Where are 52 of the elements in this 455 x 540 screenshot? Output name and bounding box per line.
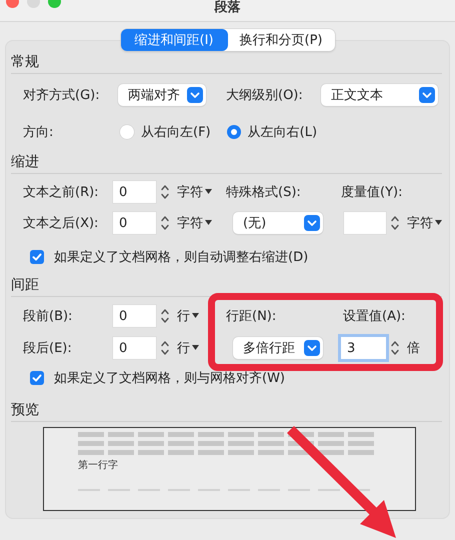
section-heading: 预览 (11, 402, 39, 418)
radio-label: 从左向右(L) (248, 124, 318, 141)
checkbox[interactable] (30, 371, 44, 385)
field-label: 度量值(Y): (341, 184, 404, 201)
chevron-icon (304, 340, 320, 356)
unit-menu[interactable]: 字符 (407, 214, 442, 232)
field-label: 设置值(A): (343, 308, 406, 325)
tab[interactable]: 换行和分页(P) (228, 29, 334, 51)
number-field[interactable]: 0 (113, 305, 156, 327)
dropdown[interactable]: 多倍行距 (233, 337, 323, 359)
radio-button[interactable] (120, 125, 134, 139)
section-heading: 缩进 (11, 154, 39, 170)
radio-label: 从右向左(F) (141, 124, 211, 141)
chevron-icon (419, 87, 435, 103)
tab[interactable]: 缩进和间距(I) (120, 29, 228, 51)
caret-icon (205, 220, 212, 226)
dropdown[interactable]: (无) (233, 212, 323, 234)
field-label: 文本之后(X): (23, 215, 100, 232)
number-field[interactable] (344, 212, 386, 234)
chevron-icon (187, 87, 203, 103)
unit-menu[interactable]: 字符 (177, 214, 212, 232)
unit-menu[interactable]: 字符 (177, 183, 212, 201)
section-heading: 常规 (11, 54, 39, 70)
field-label: 文本之前(R): (23, 184, 100, 201)
unit-menu[interactable]: 行 (177, 339, 199, 357)
unit-menu[interactable]: 行 (177, 307, 199, 325)
field-label: 大纲级别(O): (226, 87, 304, 104)
field-label: 特殊格式(S): (226, 184, 302, 201)
number-field[interactable]: 0 (113, 212, 156, 234)
number-field[interactable]: 0 (113, 181, 156, 203)
caret-icon (192, 313, 199, 319)
caret-icon (435, 220, 442, 226)
unit-label: 倍 (407, 340, 420, 357)
dropdown[interactable]: 正文文本 (321, 84, 438, 106)
field-label: 段前(B): (23, 308, 74, 325)
chevron-icon (304, 215, 320, 231)
field-label: 段后(E): (23, 340, 73, 357)
field-label: 对齐方式(G): (23, 87, 101, 104)
preview-text: 第一行字 (78, 458, 118, 472)
number-field[interactable]: 3 (341, 337, 386, 359)
section-heading: 间距 (11, 277, 39, 293)
field-label: 方向: (23, 124, 54, 141)
checkbox-label: 如果定义了文档网格，则与网格对齐(W) (54, 370, 285, 387)
checkbox[interactable] (30, 250, 44, 264)
number-field[interactable]: 0 (113, 337, 156, 359)
caret-icon (205, 189, 212, 195)
caret-icon (192, 345, 199, 351)
window-title: 段落 (214, 0, 240, 16)
field-label: 行距(N): (226, 308, 278, 325)
checkbox-label: 如果定义了文档网格，则自动调整右缩进(D) (54, 249, 308, 266)
radio-button[interactable] (226, 125, 241, 139)
dropdown[interactable]: 两端对齐 (118, 84, 206, 106)
